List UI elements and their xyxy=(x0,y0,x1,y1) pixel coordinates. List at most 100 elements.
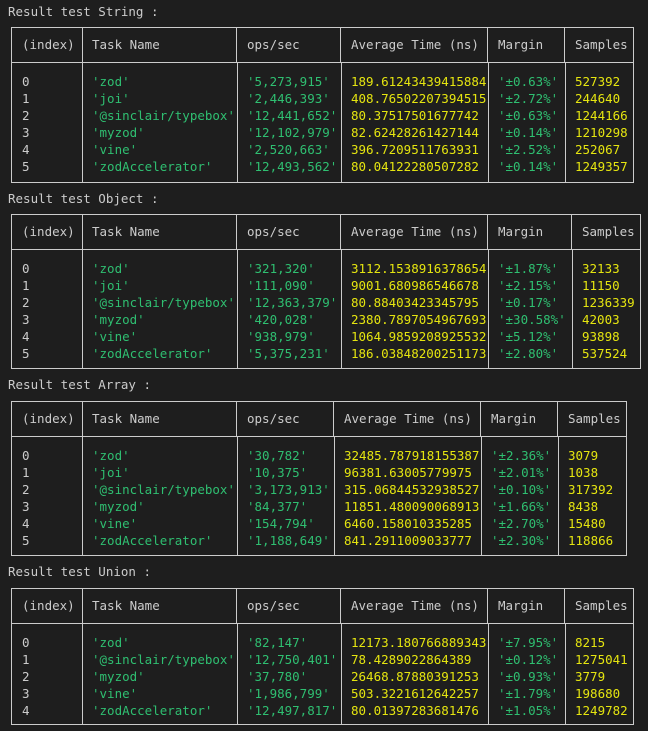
cell-task-name: 'myzod' xyxy=(92,669,145,684)
cell-average-time: 26468.87880391253 xyxy=(351,669,479,684)
cell-margin: '±2.01%' xyxy=(491,465,552,480)
cell-index: 1 xyxy=(22,278,30,293)
cell-ops-per-sec: '111,090' xyxy=(247,278,315,293)
cell-average-time: 315.06844532938527 xyxy=(344,482,480,497)
cell-ops-per-sec: '2,446,393' xyxy=(247,91,330,106)
cell-margin: '±0.17%' xyxy=(498,295,559,310)
cell-index: 4 xyxy=(22,516,30,531)
cell-task-name: 'myzod' xyxy=(92,312,145,327)
cell-ops-per-sec: '154,794' xyxy=(247,516,315,531)
cell-samples: 32133 xyxy=(582,261,620,276)
cell-average-time: 80.88403423345795 xyxy=(351,295,479,310)
cell-margin: '±2.70%' xyxy=(491,516,552,531)
table-header: (index) Task Name ops/sec Average Time (ns)… xyxy=(12,402,626,437)
column-header-ops-per-sec: ops/sec xyxy=(237,28,341,62)
cell-task-name: 'zodAccelerator' xyxy=(92,703,213,718)
cell-average-time: 189.61243439415884 xyxy=(351,74,487,89)
cell-ops-per-sec: '30,782' xyxy=(247,448,308,463)
results-table: (index) Task Name ops/sec Average Time (ns)… xyxy=(11,27,634,183)
terminal-output: Result test String : (index) Task Name ops/… xyxy=(0,0,648,731)
column-header-task-name: Task Name xyxy=(82,402,237,436)
cell-index: 5 xyxy=(22,346,30,361)
table-body: 0 'zod' '30,782' 32485.787918155387 '±2.36%'… xyxy=(12,436,626,555)
cell-samples: 527392 xyxy=(575,74,621,89)
cell-ops-per-sec: '420,028' xyxy=(247,312,315,327)
column-header-ops-per-sec: ops/sec xyxy=(237,402,334,436)
column-header-index: (index) xyxy=(12,215,83,249)
cell-average-time: 96381.63005779975 xyxy=(344,465,472,480)
cell-ops-per-sec: '12,493,562' xyxy=(247,159,338,174)
cell-samples: 1275041 xyxy=(575,652,628,667)
cell-margin: '±0.14%' xyxy=(498,159,559,174)
cell-samples: 11150 xyxy=(582,278,620,293)
cell-margin: '±0.12%' xyxy=(498,652,559,667)
table-header: (index) Task Name ops/sec Average Time (ns)… xyxy=(12,589,633,624)
cell-margin: '±1.79%' xyxy=(498,686,559,701)
cell-margin: '±0.63%' xyxy=(498,108,559,123)
column-header-samples: Samples xyxy=(568,411,621,426)
cell-index: 0 xyxy=(22,635,30,650)
cell-samples: 1236339 xyxy=(582,295,635,310)
cell-margin: '±2.30%' xyxy=(491,533,552,548)
result-title: Result test String : xyxy=(8,4,159,19)
cell-average-time: 186.03848200251173 xyxy=(351,346,487,361)
cell-ops-per-sec: '82,147' xyxy=(247,635,308,650)
column-header-average-time: Average Time (ns) xyxy=(341,589,488,623)
column-header-task-name: Task Name xyxy=(82,28,237,62)
cell-samples: 42003 xyxy=(582,312,620,327)
cell-average-time: 80.37517501677742 xyxy=(351,108,479,123)
cell-index: 2 xyxy=(22,295,30,310)
results-table: (index) Task Name ops/sec Average Time (ns)… xyxy=(11,401,627,556)
cell-ops-per-sec: '938,979' xyxy=(247,329,315,344)
cell-margin: '±30.58%' xyxy=(498,312,566,327)
column-header-index: (index) xyxy=(12,402,83,436)
cell-ops-per-sec: '12,363,379' xyxy=(247,295,338,310)
table-body: 0 'zod' '5,273,915' 189.61243439415884 '±0.6… xyxy=(12,62,633,182)
cell-index: 1 xyxy=(22,652,30,667)
cell-average-time: 12173.180766889343 xyxy=(351,635,487,650)
cell-margin: '±1.66%' xyxy=(491,499,552,514)
table-header: (index) Task Name ops/sec Average Time (ns)… xyxy=(12,28,633,63)
column-header-average-time: Average Time (ns) xyxy=(341,215,488,249)
cell-margin: '±0.14%' xyxy=(498,125,559,140)
column-header-task-name: Task Name xyxy=(82,589,237,623)
column-header-index: (index) xyxy=(12,589,83,623)
cell-task-name: 'joi' xyxy=(92,91,130,106)
column-header-samples: Samples xyxy=(575,37,628,52)
cell-samples: 1249357 xyxy=(575,159,628,174)
cell-average-time: 396.7209511763931 xyxy=(351,142,479,157)
table-header: (index) Task Name ops/sec Average Time (ns)… xyxy=(12,215,640,250)
cell-samples: 1038 xyxy=(568,465,599,480)
cell-samples: 1244166 xyxy=(575,108,628,123)
cell-task-name: 'zodAccelerator' xyxy=(92,533,213,548)
cell-samples: 244640 xyxy=(575,91,621,106)
column-header-ops-per-sec: ops/sec xyxy=(237,215,341,249)
cell-average-time: 32485.787918155387 xyxy=(344,448,480,463)
cell-index: 4 xyxy=(22,142,30,157)
cell-ops-per-sec: '3,173,913' xyxy=(247,482,330,497)
cell-average-time: 78.4289022864389 xyxy=(351,652,472,667)
results-table: (index) Task Name ops/sec Average Time (ns)… xyxy=(11,214,641,369)
cell-average-time: 1064.9859208925532 xyxy=(351,329,487,344)
cell-margin: '±7.95%' xyxy=(498,635,559,650)
cell-margin: '±2.52%' xyxy=(498,142,559,157)
cell-task-name: 'myzod' xyxy=(92,499,145,514)
cell-task-name: 'joi' xyxy=(92,278,130,293)
cell-task-name: 'vine' xyxy=(92,329,138,344)
cell-average-time: 408.76502207394515 xyxy=(351,91,487,106)
cell-task-name: 'zod' xyxy=(92,74,130,89)
cell-samples: 118866 xyxy=(568,533,614,548)
cell-task-name: 'zod' xyxy=(92,261,130,276)
cell-ops-per-sec: '2,520,663' xyxy=(247,142,330,157)
cell-index: 4 xyxy=(22,703,30,718)
column-header-index: (index) xyxy=(12,28,83,62)
cell-ops-per-sec: '12,102,979' xyxy=(247,125,338,140)
result-title: Result test Array : xyxy=(8,377,151,392)
result-title: Result test Object : xyxy=(8,191,159,206)
column-header-samples: Samples xyxy=(582,224,635,239)
cell-average-time: 2380.7897054967693 xyxy=(351,312,487,327)
cell-samples: 1249782 xyxy=(575,703,628,718)
cell-margin: '±1.87%' xyxy=(498,261,559,276)
cell-samples: 3779 xyxy=(575,669,606,684)
cell-index: 5 xyxy=(22,159,30,174)
